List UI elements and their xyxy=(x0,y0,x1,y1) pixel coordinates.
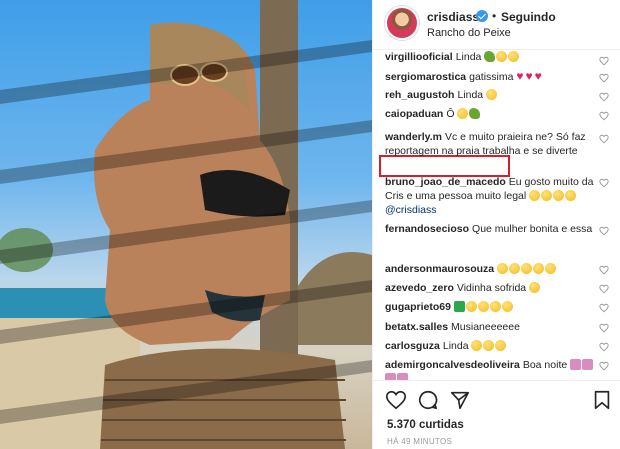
speech-bubble-icon[interactable] xyxy=(417,389,439,411)
emoji-icon xyxy=(457,108,469,119)
emoji-icon xyxy=(497,263,509,274)
comments-list[interactable]: virgilliooficial Linda sergiomarostica gat… xyxy=(373,50,620,380)
comment-text: gatissima xyxy=(469,71,514,83)
comment-row: fernandosecioso Que mulher bonita e essa xyxy=(385,222,597,236)
bookmark-icon[interactable] xyxy=(591,389,613,411)
red-heart-emoji-icon: ♥ xyxy=(534,69,542,83)
post-actions: 5.370 curtidas HÁ 49 MINUTOS xyxy=(373,380,620,449)
comment-username[interactable]: gugaprieto69 xyxy=(385,301,451,313)
red-heart-emoji-icon: ♥ xyxy=(516,69,524,83)
emoji-icon xyxy=(469,108,481,119)
comment-username[interactable]: wanderly.m xyxy=(385,131,442,143)
comment-row: caiopaduan Ô xyxy=(385,107,597,121)
emoji-icon xyxy=(496,51,508,62)
emoji-icon xyxy=(533,263,545,274)
comment-like-heart-icon[interactable] xyxy=(599,111,609,121)
comment-like-heart-icon[interactable] xyxy=(599,92,609,102)
comment-like-heart-icon[interactable] xyxy=(599,361,609,371)
comment-text: Linda xyxy=(455,51,482,63)
emoji-icon xyxy=(529,282,541,293)
comment-row: reh_augustoh Linda xyxy=(385,88,597,102)
emoji-icon xyxy=(582,359,594,370)
highlight-box xyxy=(379,155,510,177)
paper-plane-icon[interactable] xyxy=(449,389,471,411)
following-button[interactable]: Seguindo xyxy=(501,10,556,24)
red-heart-emoji-icon: ♥ xyxy=(525,69,533,83)
emoji-icon xyxy=(509,263,521,274)
comment-username[interactable]: reh_augustoh xyxy=(385,89,454,101)
comment-row: carlosguza Linda xyxy=(385,339,597,353)
comment-row: ademirgoncalvesdeoliveira Boa noite xyxy=(385,358,597,380)
post-photo[interactable] xyxy=(0,0,372,449)
comment-like-heart-icon[interactable] xyxy=(599,56,609,66)
comment-mention[interactable]: @crisdiass xyxy=(385,204,437,216)
comment-username[interactable]: virgilliooficial xyxy=(385,51,453,63)
comment-text: Que mulher bonita e essa xyxy=(472,223,593,235)
comment-row: betatx.salles Musianeeeeee xyxy=(385,320,597,334)
comment-row: azevedo_zero Vidinha sofrida xyxy=(385,281,597,295)
emoji-icon xyxy=(477,301,489,312)
emoji-icon xyxy=(453,301,465,312)
avatar[interactable] xyxy=(385,6,419,40)
comment-username[interactable]: sergiomarostica xyxy=(385,71,466,83)
comment-like-heart-icon[interactable] xyxy=(599,265,609,275)
comment-text: Vidinha sofrida xyxy=(456,282,527,294)
post-username[interactable]: crisdiass xyxy=(427,10,479,24)
comment-row: virgilliooficial Linda xyxy=(385,50,597,64)
comment-text: Boa noite xyxy=(522,359,568,371)
emoji-icon xyxy=(489,301,501,312)
comment-username[interactable]: bruno_joao_de_macedo xyxy=(385,176,506,188)
post-timestamp: HÁ 49 MINUTOS xyxy=(387,437,453,446)
comment-username[interactable]: azevedo_zero xyxy=(385,282,454,294)
emoji-icon xyxy=(541,190,553,201)
emoji-icon xyxy=(385,373,396,380)
emoji-icon xyxy=(397,373,408,380)
comment-row: sergiomarostica gatissima ♥ ♥ ♥ xyxy=(385,69,597,84)
emoji-icon xyxy=(529,190,541,201)
emoji-icon xyxy=(486,89,498,100)
emoji-icon xyxy=(483,340,495,351)
emoji-icon xyxy=(521,263,533,274)
emoji-icon xyxy=(570,359,582,370)
post-location[interactable]: Rancho do Peixe xyxy=(427,27,511,39)
post-header: crisdiass • Seguindo Rancho do Peixe xyxy=(373,0,620,50)
comment-username[interactable]: betatx.salles xyxy=(385,321,448,333)
heart-outline-icon[interactable] xyxy=(385,389,407,411)
comment-like-heart-icon[interactable] xyxy=(599,178,609,188)
comment-text: Ô xyxy=(446,108,455,120)
comment-username[interactable]: andersonmaurosouza xyxy=(385,263,494,275)
comment-like-heart-icon[interactable] xyxy=(599,342,609,352)
comment-like-heart-icon[interactable] xyxy=(599,134,609,144)
comment-row: gugaprieto69 xyxy=(385,300,597,314)
comment-username[interactable]: ademirgoncalvesdeoliveira xyxy=(385,359,520,371)
comment-text: Linda xyxy=(442,340,469,352)
comment-row: andersonmaurosouza xyxy=(385,262,597,276)
emoji-icon xyxy=(495,340,507,351)
comment-like-heart-icon[interactable] xyxy=(599,226,609,236)
emoji-icon xyxy=(553,190,565,201)
emoji-icon xyxy=(465,301,477,312)
comment-row: wanderly.m Vc e muito praieira ne? Só faz… xyxy=(385,130,597,158)
emoji-icon xyxy=(501,301,513,312)
comment-like-heart-icon[interactable] xyxy=(599,323,609,333)
comment-username[interactable]: caiopaduan xyxy=(385,108,443,120)
verified-badge-icon xyxy=(476,10,488,22)
emoji-icon xyxy=(471,340,483,351)
post-side-panel: crisdiass • Seguindo Rancho do Peixe vir… xyxy=(372,0,620,449)
emoji-icon xyxy=(508,51,520,62)
likes-count[interactable]: 5.370 curtidas xyxy=(387,419,464,431)
comment-row: bruno_joao_de_macedo Eu gosto muito da Cr… xyxy=(385,175,597,217)
separator-dot: • xyxy=(492,9,497,23)
emoji-icon xyxy=(484,51,496,62)
comment-like-heart-icon[interactable] xyxy=(599,284,609,294)
comment-username[interactable]: carlosguza xyxy=(385,340,440,352)
comment-username[interactable]: fernandosecioso xyxy=(385,223,469,235)
comment-text: Linda xyxy=(457,89,484,101)
comment-like-heart-icon[interactable] xyxy=(599,303,609,313)
comment-text: Musianeeeeee xyxy=(451,321,520,333)
emoji-icon xyxy=(545,263,557,274)
comment-like-heart-icon[interactable] xyxy=(599,73,609,83)
beach-scene-illustration xyxy=(0,0,372,449)
emoji-icon xyxy=(565,190,577,201)
